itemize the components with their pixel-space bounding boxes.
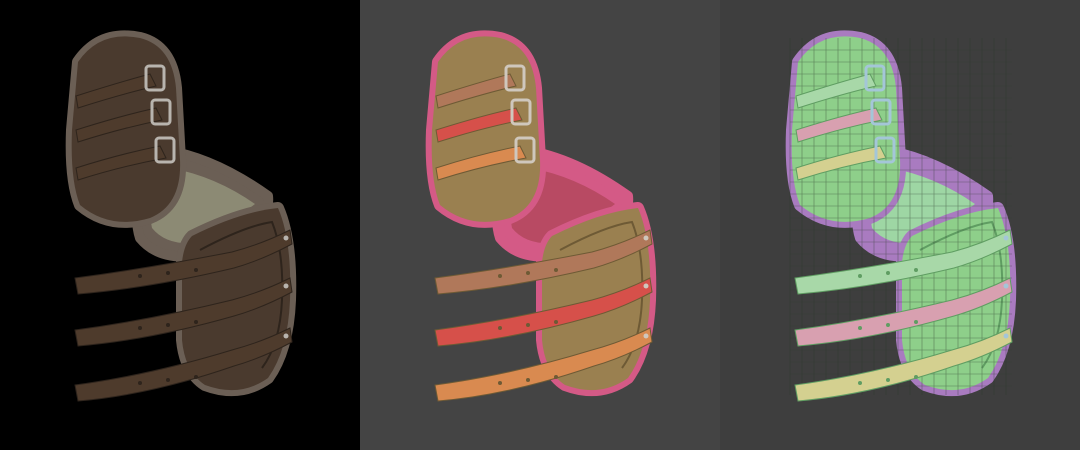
strap-rivet [1003, 333, 1009, 339]
panel-material-ids [360, 0, 720, 450]
strap-hole [554, 375, 558, 379]
strap-hole [166, 323, 170, 327]
render-comparison-strip [0, 0, 1080, 450]
strap-hole [194, 268, 198, 272]
strap-hole [914, 375, 918, 379]
strap-hole [138, 326, 142, 330]
strap-hole [498, 326, 502, 330]
strap-hole [526, 378, 530, 382]
strap-hole [858, 381, 862, 385]
strap-hole [554, 268, 558, 272]
strap-rivet [643, 333, 649, 339]
panel-wireframe [720, 0, 1080, 450]
strap-hole [914, 268, 918, 272]
strap-hole [858, 326, 862, 330]
strap-hole [498, 274, 502, 278]
strap-rivet [283, 333, 289, 339]
strap-hole [526, 323, 530, 327]
strap-hole [554, 320, 558, 324]
strap-rivet [283, 283, 289, 289]
strap-hole [138, 274, 142, 278]
strap-hole [886, 323, 890, 327]
boot-wireframe-illustration [720, 0, 1080, 450]
strap-hole [166, 271, 170, 275]
strap-rivet [283, 235, 289, 241]
strap-hole [886, 271, 890, 275]
strap-hole [914, 320, 918, 324]
strap-hole [858, 274, 862, 278]
strap-hole [194, 320, 198, 324]
strap-rivet [643, 283, 649, 289]
strap-hole [526, 271, 530, 275]
strap-hole [194, 375, 198, 379]
strap-hole [166, 378, 170, 382]
panel-render [0, 0, 360, 450]
strap-hole [138, 381, 142, 385]
boot-render-illustration [0, 0, 360, 450]
strap-rivet [1003, 235, 1009, 241]
strap-hole [498, 381, 502, 385]
boot-material-id-illustration [360, 0, 720, 450]
strap-rivet [643, 235, 649, 241]
strap-rivet [1003, 283, 1009, 289]
strap-hole [886, 378, 890, 382]
